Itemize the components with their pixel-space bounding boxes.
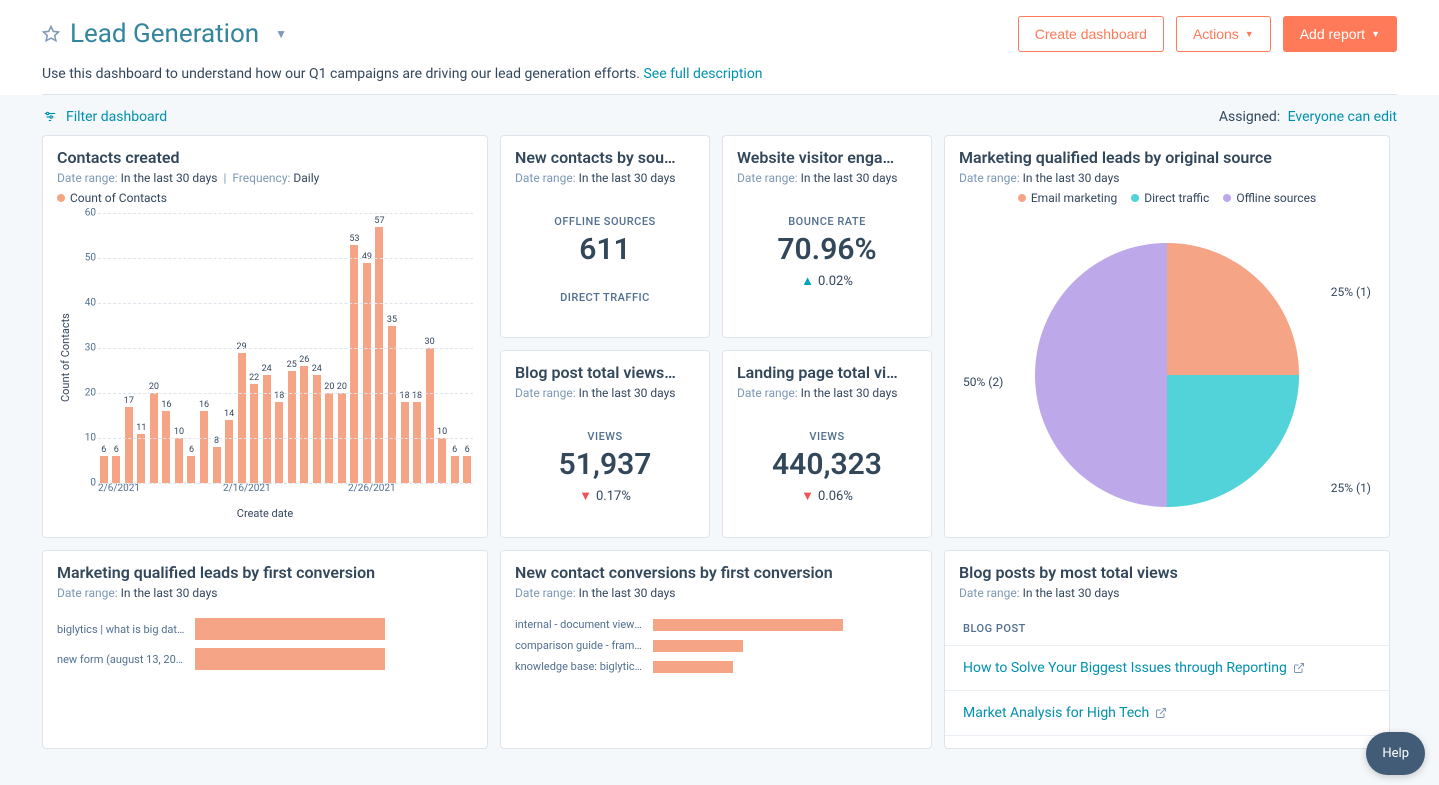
kpi-value: 611 — [515, 232, 695, 267]
add-report-button[interactable]: Add report▼ — [1283, 16, 1397, 52]
card-blog-post-views[interactable]: Blog post total views… Date range: In th… — [500, 350, 710, 538]
card-title: Landing page total vi… — [737, 363, 917, 382]
help-button[interactable]: Help — [1366, 732, 1425, 775]
card-mql-by-source[interactable]: Marketing qualified leads by original so… — [944, 135, 1390, 538]
x-axis-label: Create date — [57, 507, 473, 520]
external-link-icon — [1155, 707, 1167, 719]
card-blog-posts-table[interactable]: Blog posts by most total views Date rang… — [944, 550, 1390, 749]
card-title: New contacts by sou… — [515, 148, 695, 167]
card-title: Blog posts by most total views — [959, 563, 1375, 582]
kpi-value: 70.96% — [737, 232, 917, 267]
triangle-down-icon: ▼ — [801, 488, 814, 504]
mql-pie-chart: 25% (1) 25% (1) 50% (2) — [959, 225, 1375, 525]
chevron-down-icon[interactable]: ▼ — [275, 27, 287, 41]
kpi-value: 51,937 — [515, 447, 695, 482]
triangle-up-icon: ▲ — [801, 273, 814, 289]
table-column-header: BLOG POST — [945, 610, 1389, 646]
triangle-down-icon: ▼ — [579, 488, 592, 504]
actions-button[interactable]: Actions▼ — [1176, 16, 1271, 52]
star-icon[interactable] — [42, 25, 60, 43]
see-full-description-link[interactable]: See full description — [643, 66, 762, 82]
card-title: Contacts created — [57, 148, 473, 167]
card-new-contacts-by-source[interactable]: New contacts by sou… Date range: In the … — [500, 135, 710, 338]
card-mql-first-conversion[interactable]: Marketing qualified leads by first conve… — [42, 550, 488, 749]
card-new-contact-conversions[interactable]: New contact conversions by first convers… — [500, 550, 932, 749]
kpi-label: BOUNCE RATE — [737, 215, 917, 228]
external-link-icon — [1293, 662, 1305, 674]
card-title: Marketing qualified leads by original so… — [959, 148, 1375, 167]
card-title: Marketing qualified leads by first conve… — [57, 563, 473, 582]
kpi-label: OFFLINE SOURCES — [515, 215, 695, 228]
assigned-value-link[interactable]: Everyone can edit — [1288, 109, 1397, 125]
card-title: New contact conversions by first convers… — [515, 563, 917, 582]
create-dashboard-button[interactable]: Create dashboard — [1018, 16, 1164, 52]
filter-icon — [42, 110, 58, 124]
dashboard-description: Use this dashboard to understand how our… — [42, 66, 640, 82]
table-row[interactable]: How to Solve Your Biggest Issues through… — [945, 646, 1389, 691]
kpi-value: 440,323 — [737, 447, 917, 482]
card-contacts-created[interactable]: Contacts created Date range: In the last… — [42, 135, 488, 538]
table-row[interactable]: Market Analysis for High Tech — [945, 691, 1389, 736]
card-title: Blog post total views… — [515, 363, 695, 382]
card-landing-page-views[interactable]: Landing page total vi… Date range: In th… — [722, 350, 932, 538]
kpi-label: VIEWS — [737, 430, 917, 443]
contacts-bar-chart: 0102030405060 66171120161061681429222418… — [74, 213, 473, 503]
kpi-label: VIEWS — [515, 430, 695, 443]
assigned-label: Assigned: — [1219, 109, 1280, 125]
card-title: Website visitor enga… — [737, 148, 917, 167]
filter-dashboard-button[interactable]: Filter dashboard — [42, 109, 167, 125]
dashboard-title[interactable]: Lead Generation — [70, 19, 259, 49]
kpi-label: DIRECT TRAFFIC — [515, 291, 695, 304]
card-visitor-engagement[interactable]: Website visitor enga… Date range: In the… — [722, 135, 932, 338]
y-axis-label: Count of Contacts — [57, 213, 74, 503]
